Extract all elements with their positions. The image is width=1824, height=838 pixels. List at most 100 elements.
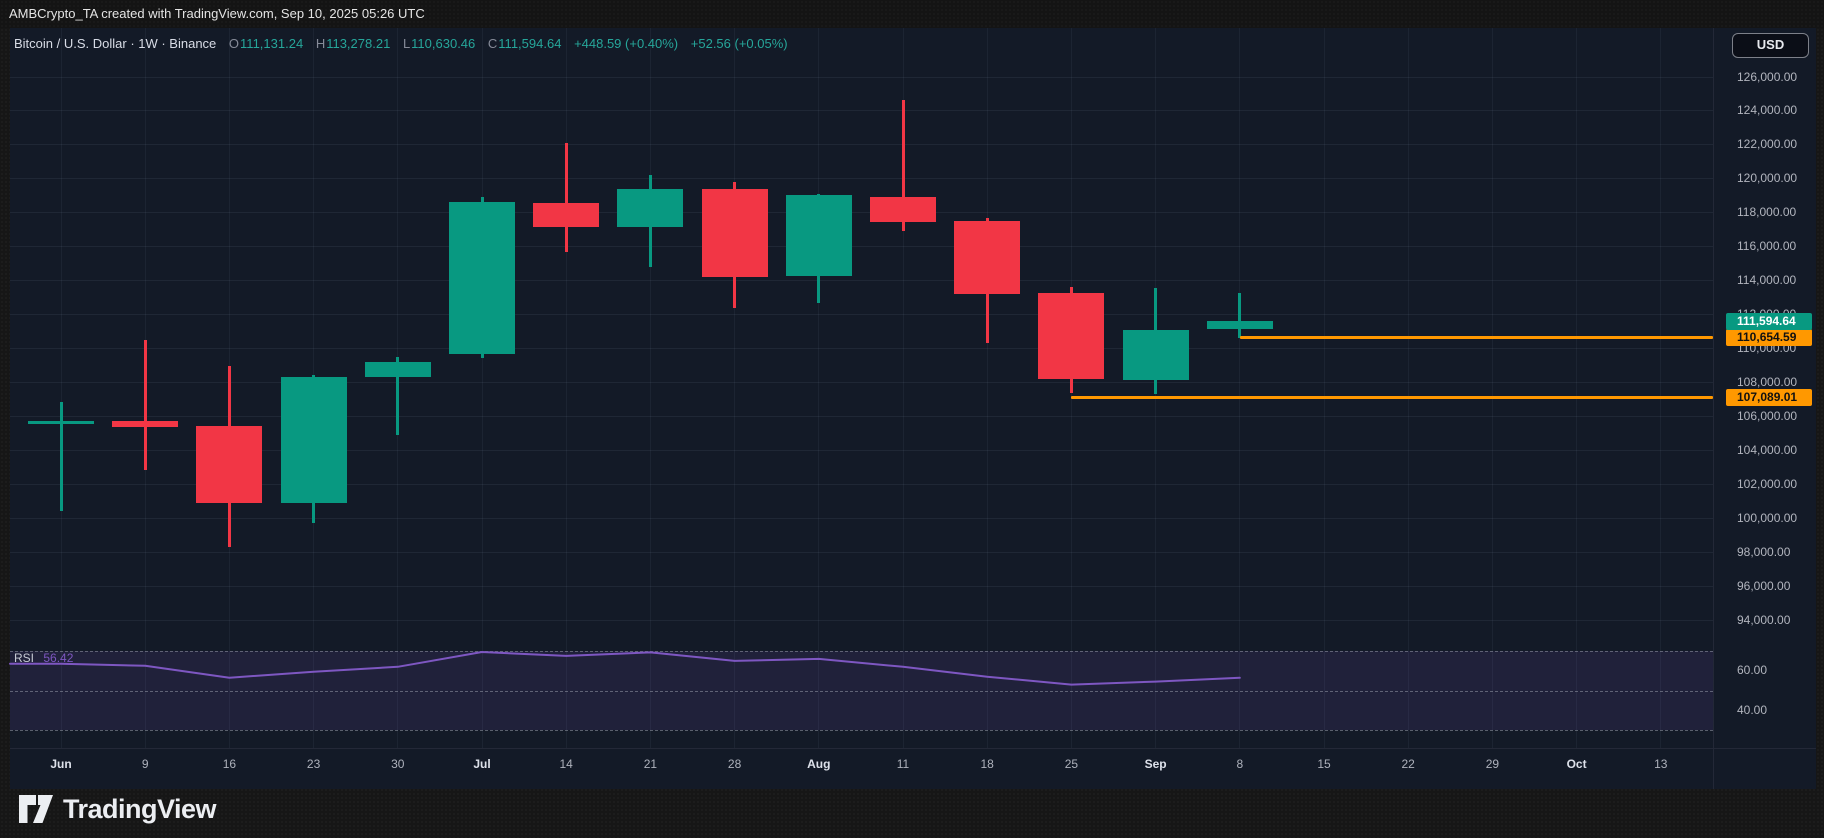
grid-v-line xyxy=(734,28,735,748)
price-axis-label[interactable]: 96,000.00 xyxy=(1737,579,1790,593)
candle-body xyxy=(365,362,431,377)
candle-body xyxy=(702,189,768,277)
grid-h-line xyxy=(10,620,1713,621)
candle-body xyxy=(281,377,347,503)
candle-wick xyxy=(1238,293,1241,338)
price-axis-label[interactable]: 106,000.00 xyxy=(1737,409,1797,423)
price-axis-label[interactable]: 98,000.00 xyxy=(1737,545,1790,559)
rsi-axis-label[interactable]: 60.00 xyxy=(1737,663,1767,677)
time-axis-label[interactable]: 13 xyxy=(1654,757,1667,771)
grid-v-line xyxy=(1492,28,1493,748)
time-axis-label[interactable]: 23 xyxy=(307,757,320,771)
time-axis-label[interactable]: 15 xyxy=(1317,757,1330,771)
grid-v-line xyxy=(1660,28,1661,748)
time-axis-label[interactable]: 14 xyxy=(560,757,573,771)
grid-h-line xyxy=(10,484,1713,485)
time-axis-label[interactable]: 29 xyxy=(1486,757,1499,771)
price-axis-label[interactable]: 102,000.00 xyxy=(1737,477,1797,491)
time-axis-label[interactable]: 25 xyxy=(1065,757,1078,771)
time-axis-label[interactable]: 11 xyxy=(897,757,909,771)
candle-wick xyxy=(144,340,147,470)
candle-body xyxy=(954,221,1020,294)
support-ray[interactable] xyxy=(1240,336,1713,339)
grid-h-line xyxy=(10,246,1713,247)
candle-body xyxy=(1207,321,1273,329)
grid-h-line xyxy=(10,144,1713,145)
time-axis-label[interactable]: Oct xyxy=(1567,757,1587,771)
time-axis-label[interactable]: Jun xyxy=(50,757,71,771)
time-axis-label[interactable]: Jul xyxy=(473,757,490,771)
grid-h-line xyxy=(10,178,1713,179)
price-axis-label[interactable]: 104,000.00 xyxy=(1737,443,1797,457)
candle-body xyxy=(533,203,599,228)
grid-h-line xyxy=(10,280,1713,281)
candle-body xyxy=(196,426,262,503)
time-axis-label[interactable]: 30 xyxy=(391,757,404,771)
time-axis-label[interactable]: 16 xyxy=(223,757,236,771)
grid-v-line xyxy=(1324,28,1325,748)
ohlc-close-value: 111,594.64 xyxy=(498,36,561,51)
symbol-title[interactable]: Bitcoin / U.S. Dollar · 1W · Binance xyxy=(14,36,216,51)
ohlc-low-value: 110,630.46 xyxy=(411,36,475,51)
chart-stage: 126,000.00 124,000.00 122,000.00 120,000.00… xyxy=(0,0,1824,838)
time-axis-label[interactable]: 28 xyxy=(728,757,741,771)
candle-body xyxy=(870,197,936,222)
ray-price-tag: 107,089.01 xyxy=(1726,389,1812,406)
grid-v-line xyxy=(1239,28,1240,748)
price-axis-label[interactable]: 122,000.00 xyxy=(1737,137,1797,151)
rsi-level-line xyxy=(10,730,1713,731)
price-axis-label[interactable]: 100,000.00 xyxy=(1737,511,1797,525)
grid-v-line xyxy=(650,28,651,748)
grid-h-line xyxy=(10,77,1713,78)
time-axis-label[interactable]: Aug xyxy=(807,757,830,771)
rsi-level-line xyxy=(10,691,1713,692)
price-axis-label[interactable]: 114,000.00 xyxy=(1737,273,1796,287)
time-axis-label[interactable]: 8 xyxy=(1236,757,1243,771)
price-axis-label[interactable]: 124,000.00 xyxy=(1737,103,1797,117)
time-axis-label[interactable]: 9 xyxy=(142,757,149,771)
price-axis-label[interactable]: 108,000.00 xyxy=(1737,375,1797,389)
grid-h-line xyxy=(10,348,1713,349)
grid-h-line xyxy=(10,212,1713,213)
candle-body xyxy=(112,421,178,427)
time-axis-label[interactable]: Sep xyxy=(1145,757,1167,771)
grid-v-line xyxy=(818,28,819,748)
symbol-legend: Bitcoin / U.S. Dollar · 1W · Binance O11… xyxy=(14,36,788,54)
price-change: +448.59 (+0.40%) xyxy=(574,36,678,51)
price-change-secondary: +52.56 (+0.05%) xyxy=(691,36,788,51)
grid-v-line xyxy=(566,28,567,748)
rsi-level-line xyxy=(10,651,1713,652)
candle-body xyxy=(449,202,515,355)
time-axis-label[interactable]: 22 xyxy=(1402,757,1415,771)
tradingview-logo[interactable]: TradingView xyxy=(18,792,216,826)
support-ray[interactable] xyxy=(1071,396,1713,399)
time-axis-label[interactable]: 18 xyxy=(981,757,994,771)
candle-body xyxy=(617,189,683,227)
price-axis-label[interactable]: 116,000.00 xyxy=(1737,239,1796,253)
price-axis-label[interactable]: 94,000.00 xyxy=(1737,613,1790,627)
rsi-indicator-label[interactable]: RSI xyxy=(14,651,34,665)
grid-h-line xyxy=(10,450,1713,451)
current-price-tag: 111,594.64 xyxy=(1726,313,1812,330)
ray-price-tag: 110,654.59 xyxy=(1726,329,1812,346)
candle-wick xyxy=(565,143,568,252)
ohlc-low-label: L xyxy=(403,36,410,51)
grid-h-line xyxy=(10,518,1713,519)
candle-body xyxy=(786,195,852,276)
grid-h-line xyxy=(10,552,1713,553)
price-axis-label[interactable]: 118,000.00 xyxy=(1737,205,1796,219)
tradingview-logo-glyph-icon xyxy=(18,794,54,824)
grid-h-line xyxy=(10,110,1713,111)
ohlc-open-value: 111,131.24 xyxy=(240,36,303,51)
grid-v-line xyxy=(1576,28,1577,748)
ohlc-high-value: 113,278.21 xyxy=(326,36,390,51)
currency-toggle-button[interactable]: USD xyxy=(1732,33,1809,58)
grid-v-line xyxy=(1408,28,1409,748)
rsi-current-value: 56.42 xyxy=(43,651,73,665)
candle-body xyxy=(1038,293,1104,379)
price-axis-label[interactable]: 126,000.00 xyxy=(1737,70,1797,84)
price-axis-border xyxy=(1713,28,1714,789)
price-axis-label[interactable]: 120,000.00 xyxy=(1737,171,1797,185)
rsi-axis-label[interactable]: 40.00 xyxy=(1737,703,1767,717)
time-axis-label[interactable]: 21 xyxy=(644,757,657,771)
